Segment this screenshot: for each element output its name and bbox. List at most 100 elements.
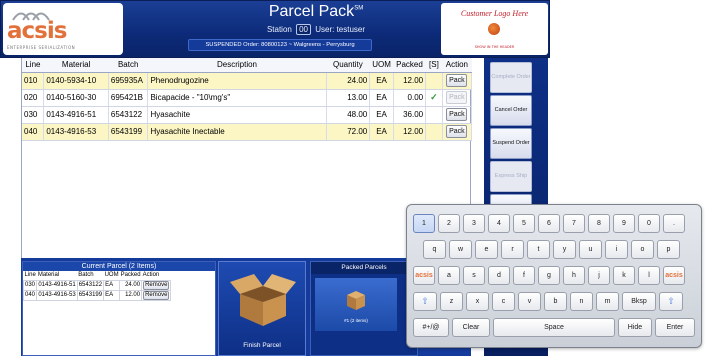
- key-e[interactable]: e: [475, 240, 498, 259]
- action-cell: Pack: [442, 123, 473, 141]
- batch-cell: 6543122: [108, 106, 149, 124]
- acsis-logo: acsis ENTERPRISE SERIALIZATION: [3, 3, 123, 55]
- key-8[interactable]: 8: [588, 214, 610, 233]
- key-j[interactable]: j: [588, 266, 610, 285]
- app-title: Parcel PackSM: [231, 3, 401, 21]
- pack-button[interactable]: Pack: [446, 91, 468, 104]
- key-m[interactable]: m: [596, 292, 619, 311]
- key-v[interactable]: v: [518, 292, 541, 311]
- table-row[interactable]: 030 0143-4916-51 6543122 Hyasachite 48.0…: [22, 106, 473, 124]
- key-n[interactable]: n: [570, 292, 593, 311]
- station-id: 00: [296, 24, 311, 35]
- current-parcel-panel: Current Parcel (2 Items) Line Material B…: [22, 261, 216, 356]
- key-d[interactable]: d: [488, 266, 510, 285]
- backspace-key[interactable]: Bksp: [622, 292, 656, 311]
- key-h[interactable]: h: [563, 266, 585, 285]
- key-acsis-left[interactable]: acsis: [413, 266, 435, 285]
- uom-cell: EA: [369, 106, 394, 124]
- col-header-quantity: Quantity: [326, 58, 370, 73]
- key-period[interactable]: .: [663, 214, 685, 233]
- key-k[interactable]: k: [613, 266, 635, 285]
- key-c[interactable]: c: [492, 292, 515, 311]
- status-cell: [425, 106, 443, 124]
- key-2[interactable]: 2: [438, 214, 460, 233]
- order-table-header: Line Material Batch Description Quantity…: [22, 58, 472, 73]
- clear-key[interactable]: Clear: [452, 318, 490, 337]
- key-t[interactable]: t: [527, 240, 550, 259]
- key-w[interactable]: w: [449, 240, 472, 259]
- key-9[interactable]: 9: [613, 214, 635, 233]
- finish-parcel-label: Finish Parcel: [243, 342, 281, 349]
- key-b[interactable]: b: [544, 292, 567, 311]
- packed-parcels-panel: Packed Parcels #1 (2 items): [310, 261, 418, 356]
- key-7[interactable]: 7: [563, 214, 585, 233]
- space-key[interactable]: Space: [493, 318, 615, 337]
- suspend-order-button[interactable]: Suspend Order: [490, 128, 532, 159]
- uom-cell: EA: [103, 279, 121, 291]
- key-i[interactable]: i: [605, 240, 628, 259]
- packed-parcel-label: #1 (2 items): [344, 318, 368, 323]
- key-6[interactable]: 6: [538, 214, 560, 233]
- finish-parcel-button[interactable]: Finish Parcel: [218, 261, 306, 356]
- packed-cell: 24.00: [119, 279, 143, 291]
- keyboard-row-numbers: 1 2 3 4 5 6 7 8 9 0 .: [413, 214, 685, 233]
- app-header: acsis ENTERPRISE SERIALIZATION Parcel Pa…: [0, 0, 550, 58]
- line-cell: 030: [22, 106, 45, 124]
- table-row[interactable]: 020 0140-5160-30 695421B Bicapacide - "1…: [22, 89, 473, 107]
- table-row[interactable]: 010 0140-5934-10 695935A Phenodrugozine …: [22, 72, 473, 90]
- complete-order-button[interactable]: Complete Order: [490, 62, 532, 93]
- order-lines-table: Line Material Batch Description Quantity…: [22, 58, 473, 141]
- key-q[interactable]: q: [423, 240, 446, 259]
- enter-key[interactable]: Enter: [655, 318, 695, 337]
- current-parcel-title: Current Parcel (2 Items): [23, 262, 215, 271]
- symbols-key[interactable]: #+/@: [413, 318, 449, 337]
- keyboard-row-qwerty: q w e r t y u i o p: [423, 240, 680, 259]
- line-cell: 040: [22, 289, 38, 301]
- quantity-cell: 24.00: [326, 72, 371, 90]
- shift-right-icon[interactable]: ⇧: [659, 292, 683, 311]
- key-o[interactable]: o: [631, 240, 654, 259]
- express-ship-button[interactable]: Express Ship: [490, 161, 532, 192]
- batch-cell: 6543199: [76, 289, 105, 301]
- shift-left-icon[interactable]: ⇧: [413, 292, 437, 311]
- hide-keyboard-key[interactable]: Hide: [618, 318, 652, 337]
- packed-cell: 12.00: [119, 289, 143, 301]
- key-5[interactable]: 5: [513, 214, 535, 233]
- pack-button[interactable]: Pack: [446, 74, 468, 87]
- cancel-order-button[interactable]: Cancel Order: [490, 95, 532, 126]
- key-3[interactable]: 3: [463, 214, 485, 233]
- col-header-packed: Packed: [393, 58, 426, 73]
- batch-cell: 6543122: [76, 279, 105, 291]
- key-a[interactable]: a: [438, 266, 460, 285]
- batch-cell: 695935A: [108, 72, 149, 90]
- key-z[interactable]: z: [440, 292, 463, 311]
- col-header-status: [S]: [425, 58, 443, 73]
- key-4[interactable]: 4: [488, 214, 510, 233]
- col-header-material: Material: [37, 272, 60, 279]
- remove-button[interactable]: Remove: [143, 280, 170, 290]
- key-g[interactable]: g: [538, 266, 560, 285]
- key-s[interactable]: s: [463, 266, 485, 285]
- key-f[interactable]: f: [513, 266, 535, 285]
- key-u[interactable]: u: [579, 240, 602, 259]
- table-row[interactable]: 040 0143-4916-53 6543199 Hyasachite Inec…: [22, 123, 473, 141]
- key-x[interactable]: x: [466, 292, 489, 311]
- pack-button[interactable]: Pack: [446, 108, 468, 121]
- customer-logo-dot-icon: [488, 23, 500, 35]
- material-cell: 0143-4916-51: [43, 106, 109, 124]
- parcel-panel-band: Current Parcel (2 Items) Line Material B…: [21, 258, 471, 356]
- key-1[interactable]: 1: [413, 214, 435, 233]
- key-y[interactable]: y: [553, 240, 576, 259]
- key-p[interactable]: p: [657, 240, 680, 259]
- col-header-batch: Batch: [108, 58, 148, 73]
- key-0[interactable]: 0: [638, 214, 660, 233]
- customer-logo: Customer Logo Here SHOW IN THE HEADER: [441, 3, 548, 55]
- key-acsis-right[interactable]: acsis: [663, 266, 685, 285]
- col-header-material: Material: [43, 58, 109, 73]
- key-l[interactable]: l: [638, 266, 660, 285]
- key-r[interactable]: r: [501, 240, 524, 259]
- pack-button[interactable]: Pack: [446, 125, 468, 138]
- keyboard-row-bottom: #+/@ Clear Space Hide Enter: [413, 318, 695, 337]
- remove-button[interactable]: Remove: [143, 290, 170, 300]
- packed-parcel-item[interactable]: #1 (2 items): [315, 278, 397, 331]
